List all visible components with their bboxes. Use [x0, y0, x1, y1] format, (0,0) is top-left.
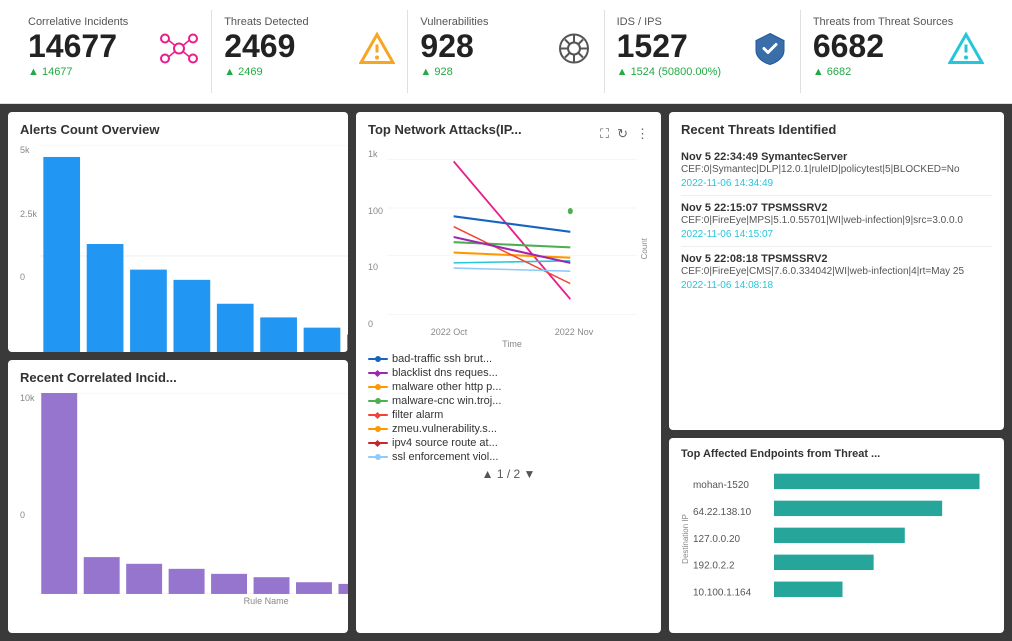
network-x-label: Time — [387, 339, 637, 349]
vulnerabilities-icon — [556, 30, 592, 73]
correlated-incidents-panel: Recent Correlated Incid... 10k 0 — [8, 360, 348, 633]
threat-header-0: Nov 5 22:34:49 SymantecServer — [681, 151, 992, 163]
prev-page-icon[interactable]: ▲ — [482, 467, 494, 481]
stat-card-correlative-incidents: Correlative Incidents 14677 14677 — [16, 10, 212, 93]
legend-label-6: ipv4 source route at... — [392, 437, 498, 449]
legend-label-0: bad-traffic ssh brut... — [392, 353, 492, 365]
network-chart-area: 1k 100 10 0 — [368, 149, 649, 349]
legend-item-1: blacklist dns reques... — [368, 367, 649, 379]
recent-threats-panel: Recent Threats Identified Nov 5 22:34:49… — [669, 112, 1004, 430]
main-area: Alerts Count Overview 5k 2.5k 0 — [0, 104, 1012, 641]
page-info: 1 / 2 — [497, 467, 520, 481]
legend-label-2: malware other http p... — [392, 381, 501, 393]
recent-threats-title: Recent Threats Identified — [681, 122, 992, 137]
network-legend: bad-traffic ssh brut... blacklist dns re… — [368, 353, 649, 463]
correlative-icon — [159, 30, 199, 73]
legend-label-1: blacklist dns reques... — [392, 367, 498, 379]
svg-text:192.0.2.2: 192.0.2.2 — [693, 561, 735, 572]
pagination: ▲ 1 / 2 ▼ — [368, 467, 649, 481]
stat-card-vulnerabilities: Vulnerabilities 928 928 — [408, 10, 604, 93]
legend-item-7: ssl enforcement viol... — [368, 451, 649, 463]
threats-detected-icon — [359, 30, 395, 73]
threat-details-0: CEF:0|Symantec|DLP|12.0.1|ruleID|policyt… — [681, 163, 992, 176]
threat-details-2: CEF:0|FireEye|CMS|7.6.0.334042|WI|web-in… — [681, 265, 992, 278]
legend-item-6: ipv4 source route at... — [368, 437, 649, 449]
endpoints-title: Top Affected Endpoints from Threat ... — [681, 448, 992, 460]
threat-time-1: 2022-11-06 14:15:07 — [681, 229, 992, 240]
stat-label-vuln: Vulnerabilities — [420, 16, 591, 28]
legend-item-0: bad-traffic ssh brut... — [368, 353, 649, 365]
threat-sources-icon — [948, 30, 984, 73]
legend-label-3: malware-cnc win.troj... — [392, 395, 501, 407]
alerts-y-tick-25k: 2.5k — [20, 209, 37, 219]
net-y-10: 10 — [368, 262, 383, 272]
net-y-100: 100 — [368, 206, 383, 216]
endpoints-y-label: Destination IP — [681, 514, 690, 564]
stat-label-correlative: Correlative Incidents — [28, 16, 199, 28]
network-x-ticks: 2022 Oct 2022 Nov — [387, 325, 637, 339]
threat-time-2: 2022-11-06 14:08:18 — [681, 280, 992, 291]
ids-icon — [752, 30, 788, 73]
network-header: Top Network Attacks(IP... ⛶ ↻ ⋮ — [368, 122, 649, 145]
stats-bar: Correlative Incidents 14677 14677 Threat… — [0, 0, 1012, 104]
right-column: Recent Threats Identified Nov 5 22:34:49… — [669, 112, 1004, 633]
correlated-y-tick-0: 0 — [20, 510, 35, 520]
stat-label-ids: IDS / IPS — [617, 16, 788, 28]
network-title: Top Network Attacks(IP... — [368, 122, 522, 137]
stat-label-sources: Threats from Threat Sources — [813, 16, 984, 28]
expand-icon[interactable]: ⛶ — [600, 126, 609, 142]
threat-details-1: CEF:0|FireEye|MPS|5.1.0.55701|WI|web-inf… — [681, 214, 992, 227]
network-attacks-panel: Top Network Attacks(IP... ⛶ ↻ ⋮ 1k 100 1… — [356, 112, 661, 633]
stat-card-ids-ips: IDS / IPS 1527 1524 (50800.00%) — [605, 10, 801, 93]
stat-card-threat-sources: Threats from Threat Sources 6682 6682 — [801, 10, 996, 93]
legend-item-4: filter alarm — [368, 409, 649, 421]
alerts-title: Alerts Count Overview — [20, 122, 336, 137]
alerts-y-tick-5k: 5k — [20, 145, 37, 155]
network-toolbar: ⛶ ↻ ⋮ — [600, 126, 649, 142]
svg-text:64.22.138.10: 64.22.138.10 — [693, 507, 751, 518]
alerts-count-panel: Alerts Count Overview 5k 2.5k 0 — [8, 112, 348, 352]
refresh-icon[interactable]: ↻ — [617, 126, 628, 142]
endpoints-bar-chart: mohan-1520 64.22.138.10 127.0.0.20 192.0… — [693, 466, 992, 633]
left-column: Alerts Count Overview 5k 2.5k 0 — [8, 112, 348, 633]
threat-header-2: Nov 5 22:08:18 TPSMSSRV2 — [681, 253, 992, 265]
network-line-chart — [387, 149, 637, 325]
net-x-oct: 2022 Oct — [431, 327, 468, 337]
stat-card-threats-detected: Threats Detected 2469 2469 — [212, 10, 408, 93]
legend-item-3: malware-cnc win.troj... — [368, 395, 649, 407]
alerts-y-tick-0: 0 — [20, 272, 37, 282]
net-y-1k: 1k — [368, 149, 383, 159]
net-y-0: 0 — [368, 319, 383, 329]
correlated-x-axis-label: Rule Name — [38, 596, 348, 606]
threat-item-2: Nov 5 22:08:18 TPSMSSRV2 CEF:0|FireEye|C… — [681, 247, 992, 297]
svg-text:127.0.0.20: 127.0.0.20 — [693, 534, 740, 545]
legend-label-5: zmeu.vulnerability.s... — [392, 423, 497, 435]
legend-item-5: zmeu.vulnerability.s... — [368, 423, 649, 435]
correlated-bar-chart — [38, 393, 348, 594]
next-page-icon[interactable]: ▼ — [524, 467, 536, 481]
threat-item-1: Nov 5 22:15:07 TPSMSSRV2 CEF:0|FireEye|M… — [681, 196, 992, 247]
stat-label-threats: Threats Detected — [224, 16, 395, 28]
legend-label-7: ssl enforcement viol... — [392, 451, 498, 463]
threat-item-0: Nov 5 22:34:49 SymantecServer CEF:0|Syma… — [681, 145, 992, 196]
legend-item-2: malware other http p... — [368, 381, 649, 393]
middle-column: Top Network Attacks(IP... ⛶ ↻ ⋮ 1k 100 1… — [356, 112, 661, 633]
threat-header-1: Nov 5 22:15:07 TPSMSSRV2 — [681, 202, 992, 214]
threat-time-0: 2022-11-06 14:34:49 — [681, 178, 992, 189]
menu-icon[interactable]: ⋮ — [636, 126, 649, 142]
correlated-y-tick-10k: 10k — [20, 393, 35, 403]
net-x-nov: 2022 Nov — [555, 327, 594, 337]
svg-text:mohan-1520: mohan-1520 — [693, 480, 749, 491]
correlated-title: Recent Correlated Incid... — [20, 370, 336, 385]
network-y-label: Count — [640, 238, 649, 259]
alerts-bar-chart — [40, 145, 348, 352]
svg-text:10.100.1.164: 10.100.1.164 — [693, 588, 751, 599]
legend-label-4: filter alarm — [392, 409, 443, 421]
endpoints-chart-area: Destination IP mohan-1520 64.22.138.10 — [681, 466, 992, 611]
top-endpoints-panel: Top Affected Endpoints from Threat ... D… — [669, 438, 1004, 633]
